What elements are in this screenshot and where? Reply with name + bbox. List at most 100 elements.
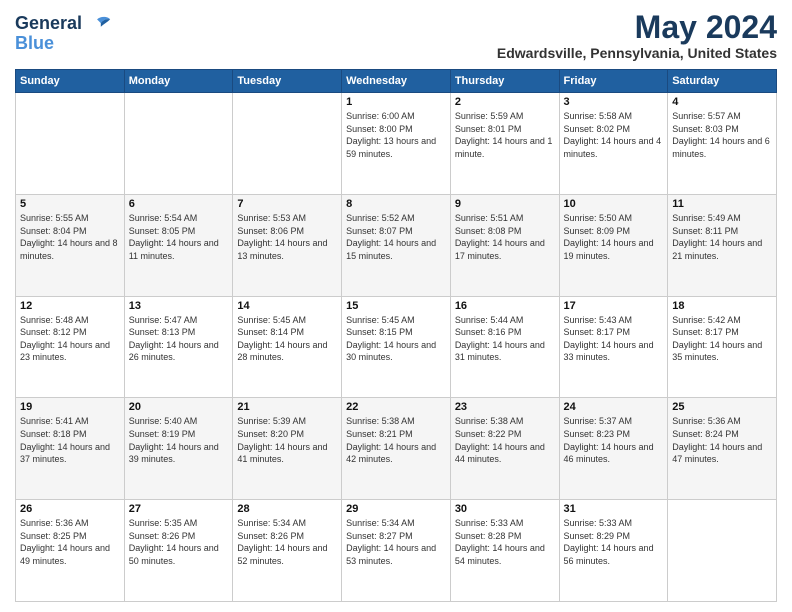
day-info: Sunrise: 5:33 AMSunset: 8:28 PMDaylight:… — [455, 518, 545, 566]
day-number: 20 — [129, 401, 229, 413]
calendar-cell: 18 Sunrise: 5:42 AMSunset: 8:17 PMDaylig… — [668, 296, 777, 398]
day-info: Sunrise: 5:36 AMSunset: 8:25 PMDaylight:… — [20, 518, 110, 566]
calendar-cell: 11 Sunrise: 5:49 AMSunset: 8:11 PMDaylig… — [668, 194, 777, 296]
day-number: 26 — [20, 503, 120, 515]
day-number: 3 — [564, 96, 664, 108]
calendar-cell: 6 Sunrise: 5:54 AMSunset: 8:05 PMDayligh… — [124, 194, 233, 296]
calendar-cell: 2 Sunrise: 5:59 AMSunset: 8:01 PMDayligh… — [450, 93, 559, 195]
day-info: Sunrise: 5:41 AMSunset: 8:18 PMDaylight:… — [20, 416, 110, 464]
day-info: Sunrise: 5:55 AMSunset: 8:04 PMDaylight:… — [20, 213, 118, 261]
calendar-cell: 27 Sunrise: 5:35 AMSunset: 8:26 PMDaylig… — [124, 500, 233, 602]
calendar-table: SundayMondayTuesdayWednesdayThursdayFrid… — [15, 69, 777, 602]
day-number: 1 — [346, 96, 446, 108]
calendar-cell: 16 Sunrise: 5:44 AMSunset: 8:16 PMDaylig… — [450, 296, 559, 398]
day-number: 23 — [455, 401, 555, 413]
calendar-cell — [668, 500, 777, 602]
day-number: 17 — [564, 300, 664, 312]
day-number: 30 — [455, 503, 555, 515]
weekday-header: Thursday — [450, 70, 559, 93]
day-info: Sunrise: 5:38 AMSunset: 8:21 PMDaylight:… — [346, 416, 436, 464]
calendar-cell — [233, 93, 342, 195]
calendar-cell: 1 Sunrise: 6:00 AMSunset: 8:00 PMDayligh… — [342, 93, 451, 195]
calendar-cell: 14 Sunrise: 5:45 AMSunset: 8:14 PMDaylig… — [233, 296, 342, 398]
day-number: 31 — [564, 503, 664, 515]
day-number: 22 — [346, 401, 446, 413]
day-number: 9 — [455, 198, 555, 210]
calendar-cell: 3 Sunrise: 5:58 AMSunset: 8:02 PMDayligh… — [559, 93, 668, 195]
day-info: Sunrise: 5:44 AMSunset: 8:16 PMDaylight:… — [455, 315, 545, 363]
calendar-cell: 12 Sunrise: 5:48 AMSunset: 8:12 PMDaylig… — [16, 296, 125, 398]
day-info: Sunrise: 5:51 AMSunset: 8:08 PMDaylight:… — [455, 213, 545, 261]
calendar-cell: 26 Sunrise: 5:36 AMSunset: 8:25 PMDaylig… — [16, 500, 125, 602]
day-info: Sunrise: 5:54 AMSunset: 8:05 PMDaylight:… — [129, 213, 219, 261]
day-number: 24 — [564, 401, 664, 413]
day-info: Sunrise: 5:47 AMSunset: 8:13 PMDaylight:… — [129, 315, 219, 363]
title-block: May 2024 Edwardsville, Pennsylvania, Uni… — [497, 10, 777, 61]
day-number: 4 — [672, 96, 772, 108]
weekday-header: Monday — [124, 70, 233, 93]
day-number: 11 — [672, 198, 772, 210]
logo: General Blue — [15, 10, 112, 54]
day-info: Sunrise: 5:34 AMSunset: 8:27 PMDaylight:… — [346, 518, 436, 566]
day-number: 19 — [20, 401, 120, 413]
day-info: Sunrise: 5:35 AMSunset: 8:26 PMDaylight:… — [129, 518, 219, 566]
day-info: Sunrise: 5:34 AMSunset: 8:26 PMDaylight:… — [237, 518, 327, 566]
day-number: 16 — [455, 300, 555, 312]
day-number: 13 — [129, 300, 229, 312]
calendar-cell: 24 Sunrise: 5:37 AMSunset: 8:23 PMDaylig… — [559, 398, 668, 500]
calendar-cell: 25 Sunrise: 5:36 AMSunset: 8:24 PMDaylig… — [668, 398, 777, 500]
day-info: Sunrise: 5:49 AMSunset: 8:11 PMDaylight:… — [672, 213, 762, 261]
day-number: 18 — [672, 300, 772, 312]
calendar-cell: 9 Sunrise: 5:51 AMSunset: 8:08 PMDayligh… — [450, 194, 559, 296]
calendar-cell: 5 Sunrise: 5:55 AMSunset: 8:04 PMDayligh… — [16, 194, 125, 296]
calendar-cell: 17 Sunrise: 5:43 AMSunset: 8:17 PMDaylig… — [559, 296, 668, 398]
calendar-row: 12 Sunrise: 5:48 AMSunset: 8:12 PMDaylig… — [16, 296, 777, 398]
header: General Blue May 2024 Edwardsville, Penn… — [15, 10, 777, 61]
weekday-header: Friday — [559, 70, 668, 93]
calendar-cell: 30 Sunrise: 5:33 AMSunset: 8:28 PMDaylig… — [450, 500, 559, 602]
weekday-header: Tuesday — [233, 70, 342, 93]
day-info: Sunrise: 5:38 AMSunset: 8:22 PMDaylight:… — [455, 416, 545, 464]
day-number: 25 — [672, 401, 772, 413]
day-number: 8 — [346, 198, 446, 210]
calendar-cell: 7 Sunrise: 5:53 AMSunset: 8:06 PMDayligh… — [233, 194, 342, 296]
calendar-cell: 23 Sunrise: 5:38 AMSunset: 8:22 PMDaylig… — [450, 398, 559, 500]
day-number: 10 — [564, 198, 664, 210]
calendar-cell: 22 Sunrise: 5:38 AMSunset: 8:21 PMDaylig… — [342, 398, 451, 500]
day-number: 14 — [237, 300, 337, 312]
day-info: Sunrise: 5:59 AMSunset: 8:01 PMDaylight:… — [455, 111, 553, 159]
day-info: Sunrise: 5:39 AMSunset: 8:20 PMDaylight:… — [237, 416, 327, 464]
calendar-row: 26 Sunrise: 5:36 AMSunset: 8:25 PMDaylig… — [16, 500, 777, 602]
day-number: 27 — [129, 503, 229, 515]
calendar-cell: 4 Sunrise: 5:57 AMSunset: 8:03 PMDayligh… — [668, 93, 777, 195]
day-info: Sunrise: 5:52 AMSunset: 8:07 PMDaylight:… — [346, 213, 436, 261]
calendar-cell: 20 Sunrise: 5:40 AMSunset: 8:19 PMDaylig… — [124, 398, 233, 500]
day-info: Sunrise: 5:33 AMSunset: 8:29 PMDaylight:… — [564, 518, 654, 566]
day-info: Sunrise: 5:48 AMSunset: 8:12 PMDaylight:… — [20, 315, 110, 363]
day-info: Sunrise: 6:00 AMSunset: 8:00 PMDaylight:… — [346, 111, 436, 159]
day-info: Sunrise: 5:36 AMSunset: 8:24 PMDaylight:… — [672, 416, 762, 464]
day-info: Sunrise: 5:43 AMSunset: 8:17 PMDaylight:… — [564, 315, 654, 363]
day-info: Sunrise: 5:58 AMSunset: 8:02 PMDaylight:… — [564, 111, 662, 159]
day-info: Sunrise: 5:37 AMSunset: 8:23 PMDaylight:… — [564, 416, 654, 464]
calendar-cell: 19 Sunrise: 5:41 AMSunset: 8:18 PMDaylig… — [16, 398, 125, 500]
calendar-row: 19 Sunrise: 5:41 AMSunset: 8:18 PMDaylig… — [16, 398, 777, 500]
day-info: Sunrise: 5:45 AMSunset: 8:14 PMDaylight:… — [237, 315, 327, 363]
calendar-cell: 29 Sunrise: 5:34 AMSunset: 8:27 PMDaylig… — [342, 500, 451, 602]
day-info: Sunrise: 5:42 AMSunset: 8:17 PMDaylight:… — [672, 315, 762, 363]
calendar-cell — [16, 93, 125, 195]
day-number: 29 — [346, 503, 446, 515]
day-number: 2 — [455, 96, 555, 108]
calendar-row: 1 Sunrise: 6:00 AMSunset: 8:00 PMDayligh… — [16, 93, 777, 195]
calendar-cell: 15 Sunrise: 5:45 AMSunset: 8:15 PMDaylig… — [342, 296, 451, 398]
calendar-cell: 10 Sunrise: 5:50 AMSunset: 8:09 PMDaylig… — [559, 194, 668, 296]
calendar-cell: 13 Sunrise: 5:47 AMSunset: 8:13 PMDaylig… — [124, 296, 233, 398]
calendar-cell — [124, 93, 233, 195]
weekday-header-row: SundayMondayTuesdayWednesdayThursdayFrid… — [16, 70, 777, 93]
day-number: 21 — [237, 401, 337, 413]
weekday-header: Saturday — [668, 70, 777, 93]
logo-text: General — [15, 14, 82, 34]
day-number: 15 — [346, 300, 446, 312]
day-info: Sunrise: 5:53 AMSunset: 8:06 PMDaylight:… — [237, 213, 327, 261]
logo-bird-icon — [84, 10, 112, 38]
